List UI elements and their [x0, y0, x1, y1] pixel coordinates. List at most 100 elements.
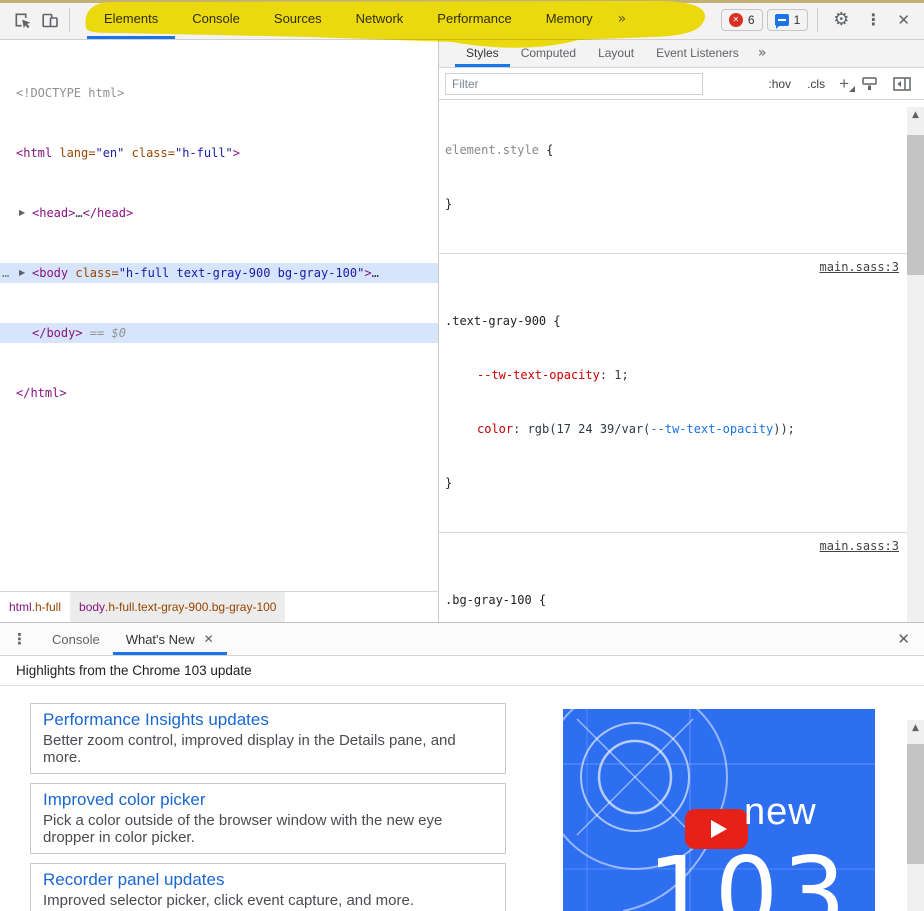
close-devtools-icon[interactable]: ✕: [891, 11, 916, 29]
kebab-menu-icon[interactable]: ⋮: [859, 10, 887, 29]
breadcrumb-html[interactable]: html.h-full: [0, 592, 70, 622]
rule-selector: .bg-gray-100 {: [445, 593, 546, 607]
dom-tree: <!DOCTYPE html> <html lang="en" class="h…: [0, 40, 438, 443]
body-open: <body: [32, 266, 68, 280]
expand-arrow-icon[interactable]: ▶: [19, 263, 25, 283]
source-link[interactable]: main.sass:3: [820, 537, 899, 555]
drawer-tab-whats-new[interactable]: What's New ✕: [113, 623, 227, 655]
css-rule-element-style[interactable]: element.style { }: [439, 101, 907, 254]
tab-sources[interactable]: Sources: [257, 0, 339, 39]
rendering-emulation-icon[interactable]: [862, 76, 879, 91]
brace: {: [539, 143, 553, 157]
css-rule-text-gray-900[interactable]: main.sass:3 .text-gray-900 { --tw-text-o…: [439, 254, 907, 533]
dollar-zero-marker: == $0: [83, 326, 126, 340]
more-tabs-icon[interactable]: »: [750, 40, 775, 67]
class-attr: class=: [124, 146, 175, 160]
toolbar-separator: [69, 8, 70, 32]
drawer-menu-icon[interactable]: ⋮: [0, 623, 39, 655]
crumb-tag: html: [9, 600, 32, 614]
tab-styles[interactable]: Styles: [455, 40, 510, 67]
drawer: ⋮ Console What's New ✕ ✕ Highlights from …: [0, 622, 924, 911]
toggle-hover-state-button[interactable]: :hov: [768, 77, 791, 91]
tab-computed[interactable]: Computed: [510, 40, 587, 67]
card-performance-insights: Performance Insights updates Better zoom…: [30, 703, 506, 774]
dom-row-html-open[interactable]: <html lang="en" class="h-full">: [0, 143, 438, 163]
styles-filter-bar: :hov .cls +: [439, 68, 924, 100]
card-title-link[interactable]: Performance Insights updates: [43, 710, 493, 730]
error-icon: ✕: [729, 13, 743, 27]
breadcrumb: html.h-full body.h-full.text-gray-900.bg…: [0, 591, 438, 622]
html-tag: <html: [16, 146, 52, 160]
dom-row-head[interactable]: ▶<head>…</head>: [0, 203, 438, 223]
whats-new-heading: Highlights from the Chrome 103 update: [0, 656, 924, 686]
body-ellipsis: …: [372, 266, 379, 280]
scroll-up-icon[interactable]: ▲: [907, 720, 924, 736]
whats-new-cards: Performance Insights updates Better zoom…: [30, 703, 506, 911]
tab-memory[interactable]: Memory: [529, 0, 610, 39]
rule-selector: .text-gray-900 {: [445, 314, 561, 328]
scrollbar-thumb[interactable]: [907, 135, 924, 275]
dom-row-body-close[interactable]: </body> == $0: [0, 323, 438, 343]
close-drawer-icon[interactable]: ✕: [883, 623, 924, 655]
settings-gear-icon[interactable]: ⚙: [827, 9, 855, 30]
tab-performance[interactable]: Performance: [420, 0, 528, 39]
device-toolbar-icon[interactable]: [36, 6, 64, 34]
tab-event-listeners[interactable]: Event Listeners: [645, 40, 750, 67]
message-icon: [775, 14, 789, 26]
body-class-attr: class=: [68, 266, 119, 280]
dom-row-html-close[interactable]: </html>: [0, 383, 438, 403]
crumb-classes: .h-full: [32, 600, 61, 614]
error-count: 6: [748, 13, 755, 27]
drawer-tab-console[interactable]: Console: [39, 623, 113, 655]
styles-scrollbar[interactable]: ▲ ▼: [907, 107, 924, 662]
toolbar-right-group: ✕ 6 1 ⚙ ⋮ ✕: [721, 8, 924, 32]
show-computed-sidebar-icon[interactable]: [893, 77, 911, 91]
tab-elements[interactable]: Elements: [87, 0, 175, 39]
devtools-window: Elements Console Sources Network Perform…: [0, 0, 924, 911]
card-title-link[interactable]: Recorder panel updates: [43, 870, 493, 890]
thumbnail-new-label: new: [744, 791, 817, 834]
gt: >: [233, 146, 240, 160]
whats-new-content: Performance Insights updates Better zoom…: [0, 686, 924, 911]
drawer-tab-label: What's New: [126, 632, 195, 647]
row-options-dots-icon[interactable]: …: [2, 263, 10, 283]
dom-row-body-selected[interactable]: …▶<body class="h-full text-gray-900 bg-g…: [0, 263, 438, 283]
toggle-element-classes-button[interactable]: .cls: [807, 77, 825, 91]
inspect-element-icon[interactable]: [8, 6, 36, 34]
issues-count: 1: [794, 13, 801, 27]
css-rule-bg-gray-100[interactable]: main.sass:3 .bg-gray-100 { --tw-bg-opaci…: [439, 533, 907, 622]
card-title-link[interactable]: Improved color picker: [43, 790, 493, 810]
expand-arrow-icon[interactable]: ▶: [19, 203, 25, 223]
card-color-picker: Improved color picker Pick a color outsi…: [30, 783, 506, 854]
styles-sidebar: Styles Computed Layout Event Listeners »…: [439, 40, 924, 622]
devtools-toolbar: Elements Console Sources Network Perform…: [0, 0, 924, 40]
elements-panel: <!DOCTYPE html> <html lang="en" class="h…: [0, 40, 439, 622]
error-badge[interactable]: ✕ 6: [721, 9, 763, 31]
tab-console[interactable]: Console: [175, 0, 257, 39]
sidebar-tabs: Styles Computed Layout Event Listeners »: [439, 40, 924, 68]
tab-layout[interactable]: Layout: [587, 40, 645, 67]
more-tabs-icon[interactable]: »: [610, 0, 635, 39]
card-description: Better zoom control, improved display in…: [43, 732, 493, 766]
tab-network[interactable]: Network: [339, 0, 421, 39]
close-tab-icon[interactable]: ✕: [204, 632, 214, 646]
css-property: --tw-text-opacity: [477, 368, 600, 382]
scrollbar-thumb[interactable]: [907, 744, 924, 864]
card-recorder-panel: Recorder panel updates Improved selector…: [30, 863, 506, 911]
panel-tabs: Elements Console Sources Network Perform…: [87, 0, 634, 39]
scroll-up-icon[interactable]: ▲: [907, 107, 924, 123]
source-link[interactable]: main.sass:3: [820, 258, 899, 276]
dom-row-doctype[interactable]: <!DOCTYPE html>: [0, 83, 438, 103]
rule-selector: element.style: [445, 143, 539, 157]
crumb-tag: body: [79, 600, 105, 614]
css-var-link[interactable]: --tw-text-opacity: [650, 422, 773, 436]
styles-filter-input[interactable]: [445, 73, 703, 95]
lang-attr: lang=: [52, 146, 95, 160]
class-value: "h-full": [175, 146, 233, 160]
issues-badge[interactable]: 1: [767, 9, 809, 31]
drawer-scrollbar[interactable]: ▲ ▼: [907, 720, 924, 911]
breadcrumb-body[interactable]: body.h-full.text-gray-900.bg-gray-100: [70, 592, 285, 622]
doctype-text: <!DOCTYPE html>: [16, 86, 124, 100]
video-thumbnail[interactable]: new 103: [563, 709, 875, 911]
new-style-rule-button[interactable]: +: [839, 74, 849, 94]
